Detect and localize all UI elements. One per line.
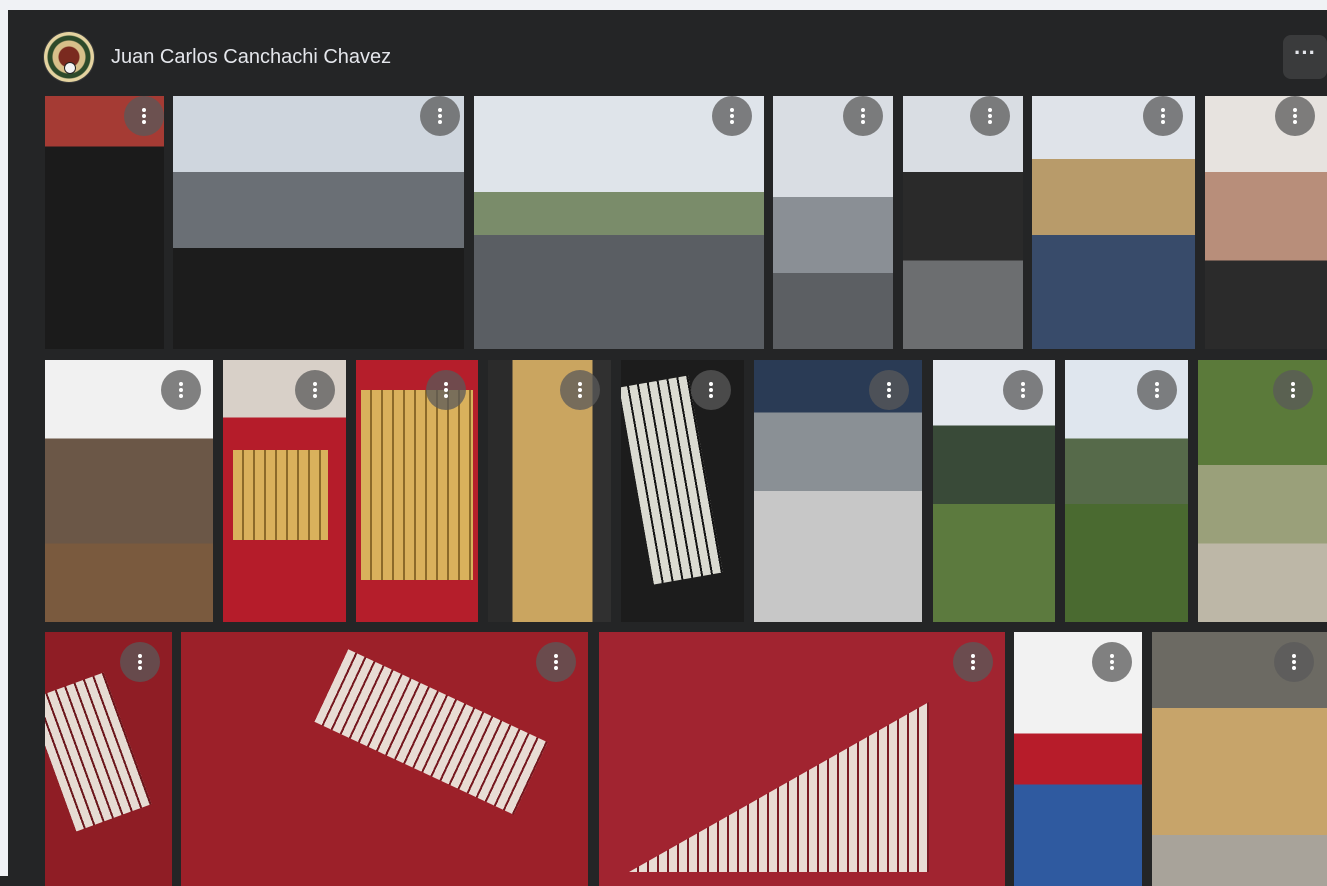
more-vertical-icon [554, 654, 558, 670]
more-vertical-icon [1021, 382, 1025, 398]
photo-menu-button[interactable] [869, 370, 909, 410]
photo-tile[interactable] [181, 632, 588, 886]
more-vertical-icon [709, 382, 713, 398]
photo-tile[interactable] [173, 96, 464, 349]
more-vertical-icon [730, 108, 734, 124]
photo-tile[interactable] [1205, 96, 1327, 349]
soccer-ball-icon [64, 62, 76, 74]
photo-tile[interactable] [621, 360, 744, 622]
more-vertical-icon [444, 382, 448, 398]
more-vertical-icon [578, 382, 582, 398]
photo-tile[interactable] [933, 360, 1055, 622]
photo-menu-button[interactable] [420, 96, 460, 136]
album-header: Juan Carlos Canchachi Chavez ··· [8, 10, 1327, 96]
left-border [0, 10, 8, 876]
photo-tile[interactable] [1014, 632, 1142, 886]
photo-tile[interactable] [1032, 96, 1195, 349]
photo-tile[interactable] [45, 96, 164, 349]
more-vertical-icon [438, 108, 442, 124]
photo-menu-button[interactable] [161, 370, 201, 410]
more-vertical-icon [887, 382, 891, 398]
photo-tile[interactable] [223, 360, 346, 622]
photo-tile[interactable] [45, 632, 172, 886]
photo-tile[interactable] [1065, 360, 1188, 622]
more-vertical-icon [1293, 108, 1297, 124]
photo-menu-button[interactable] [843, 96, 883, 136]
photo-album-panel: Juan Carlos Canchachi Chavez ··· [8, 10, 1327, 886]
top-border [0, 0, 1327, 10]
photo-menu-button[interactable] [1143, 96, 1183, 136]
photo-menu-button[interactable] [1275, 96, 1315, 136]
photo-tile[interactable] [599, 632, 1005, 886]
photo-tile[interactable] [754, 360, 922, 622]
photo-menu-button[interactable] [124, 96, 164, 136]
more-vertical-icon [1110, 654, 1114, 670]
more-vertical-icon [1155, 382, 1159, 398]
photo-tile[interactable] [488, 360, 611, 622]
photo-menu-button[interactable] [970, 96, 1010, 136]
more-vertical-icon [861, 108, 865, 124]
photo-menu-button[interactable] [1137, 370, 1177, 410]
photo-tile[interactable] [903, 96, 1023, 349]
photo-tile[interactable] [474, 96, 764, 349]
more-options-button[interactable]: ··· [1283, 35, 1327, 79]
photo-menu-button[interactable] [1273, 370, 1313, 410]
photo-tile[interactable] [773, 96, 893, 349]
more-vertical-icon [1161, 108, 1165, 124]
photo-menu-button[interactable] [1274, 642, 1314, 682]
photo-menu-button[interactable] [536, 642, 576, 682]
more-vertical-icon [179, 382, 183, 398]
more-vertical-icon [313, 382, 317, 398]
more-vertical-icon [142, 108, 146, 124]
photo-menu-button[interactable] [560, 370, 600, 410]
photo-menu-button[interactable] [1003, 370, 1043, 410]
more-vertical-icon [1292, 654, 1296, 670]
photo-menu-button[interactable] [295, 370, 335, 410]
photo-menu-button[interactable] [1092, 642, 1132, 682]
more-vertical-icon [988, 108, 992, 124]
photo-menu-button[interactable] [712, 96, 752, 136]
photo-tile[interactable] [1152, 632, 1327, 886]
photo-menu-button[interactable] [691, 370, 731, 410]
photo-menu-button[interactable] [120, 642, 160, 682]
more-vertical-icon [971, 654, 975, 670]
photo-menu-button[interactable] [426, 370, 466, 410]
profile-name[interactable]: Juan Carlos Canchachi Chavez [111, 46, 391, 69]
photo-grid [16, 96, 1327, 886]
photo-menu-button[interactable] [953, 642, 993, 682]
profile-avatar[interactable] [44, 32, 94, 82]
more-vertical-icon [138, 654, 142, 670]
photo-tile[interactable] [45, 360, 213, 622]
photo-tile[interactable] [356, 360, 478, 622]
more-vertical-icon [1291, 382, 1295, 398]
photo-tile[interactable] [1198, 360, 1327, 622]
